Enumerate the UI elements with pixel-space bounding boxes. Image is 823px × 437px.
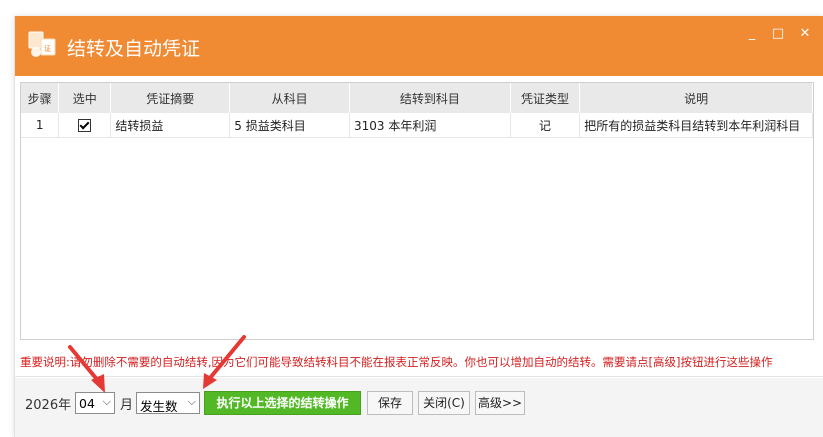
- chevron-down-icon: ⌵: [102, 395, 111, 408]
- divider: [15, 376, 823, 377]
- cell-step: 1: [21, 113, 60, 138]
- minimize-button[interactable]: _: [743, 25, 761, 43]
- chevron-down-icon: ⌵: [187, 395, 196, 408]
- month-select-value: 04: [79, 396, 95, 411]
- close-button[interactable]: 关闭(C): [418, 391, 470, 415]
- month-label: 月: [120, 398, 134, 413]
- cell-description[interactable]: 把所有的损益类科目结转到本年利润科目: [579, 113, 813, 138]
- amount-type-select[interactable]: 发生数 ⌵: [136, 392, 200, 414]
- important-note: 重要说明:请勿删除不需要的自动结转,因为它们可能导致结转科目不能在报表正常反映。…: [20, 355, 773, 369]
- cell-selected: [58, 113, 112, 138]
- col-selected[interactable]: 选中: [58, 83, 112, 113]
- carryover-grid: 步骤 选中 凭证摘要 从科目 结转到科目 凭证类型 说明 1 结转损益 5 损益…: [20, 82, 814, 340]
- cell-summary[interactable]: 结转损益: [110, 113, 231, 138]
- month-select[interactable]: 04 ⌵: [75, 392, 115, 414]
- carryover-dialog: 证 结转及自动凭证 _ □ ✕ 步骤 选中 凭证摘要 从科目 结转到科目 凭证类…: [14, 16, 823, 437]
- svg-text:证: 证: [44, 45, 51, 53]
- col-from-account[interactable]: 从科目: [229, 83, 351, 113]
- row-checkbox[interactable]: [78, 119, 92, 132]
- footer-bar: 2026年 04 ⌵ 月 发生数 ⌵ 执行以上选择的结转操作 保存 关闭(C) …: [15, 378, 823, 437]
- cell-to-account[interactable]: 3103 本年利润: [349, 113, 511, 138]
- close-window-button[interactable]: ✕: [796, 25, 814, 43]
- title-bar: 证 结转及自动凭证 _ □ ✕: [15, 16, 823, 76]
- save-button[interactable]: 保存: [367, 391, 413, 415]
- advanced-button[interactable]: 高级>>: [475, 391, 525, 415]
- year-label: 2026年: [25, 398, 72, 413]
- execute-carryover-button[interactable]: 执行以上选择的结转操作: [204, 391, 361, 415]
- cell-voucher-type[interactable]: 记: [510, 113, 581, 138]
- table-row[interactable]: 1 结转损益 5 损益类科目 3103 本年利润 记 把所有的损益类科目结转到本…: [21, 113, 813, 138]
- col-description[interactable]: 说明: [579, 83, 813, 113]
- maximize-button[interactable]: □: [769, 25, 787, 43]
- col-summary[interactable]: 凭证摘要: [110, 83, 231, 113]
- window-title: 结转及自动凭证: [67, 38, 201, 60]
- voucher-app-icon: 证: [28, 31, 56, 57]
- col-step[interactable]: 步骤: [21, 83, 60, 113]
- col-voucher-type[interactable]: 凭证类型: [510, 83, 581, 113]
- amount-type-value: 发生数: [140, 399, 178, 414]
- cell-from-account[interactable]: 5 损益类科目: [229, 113, 351, 138]
- col-to-account[interactable]: 结转到科目: [349, 83, 511, 113]
